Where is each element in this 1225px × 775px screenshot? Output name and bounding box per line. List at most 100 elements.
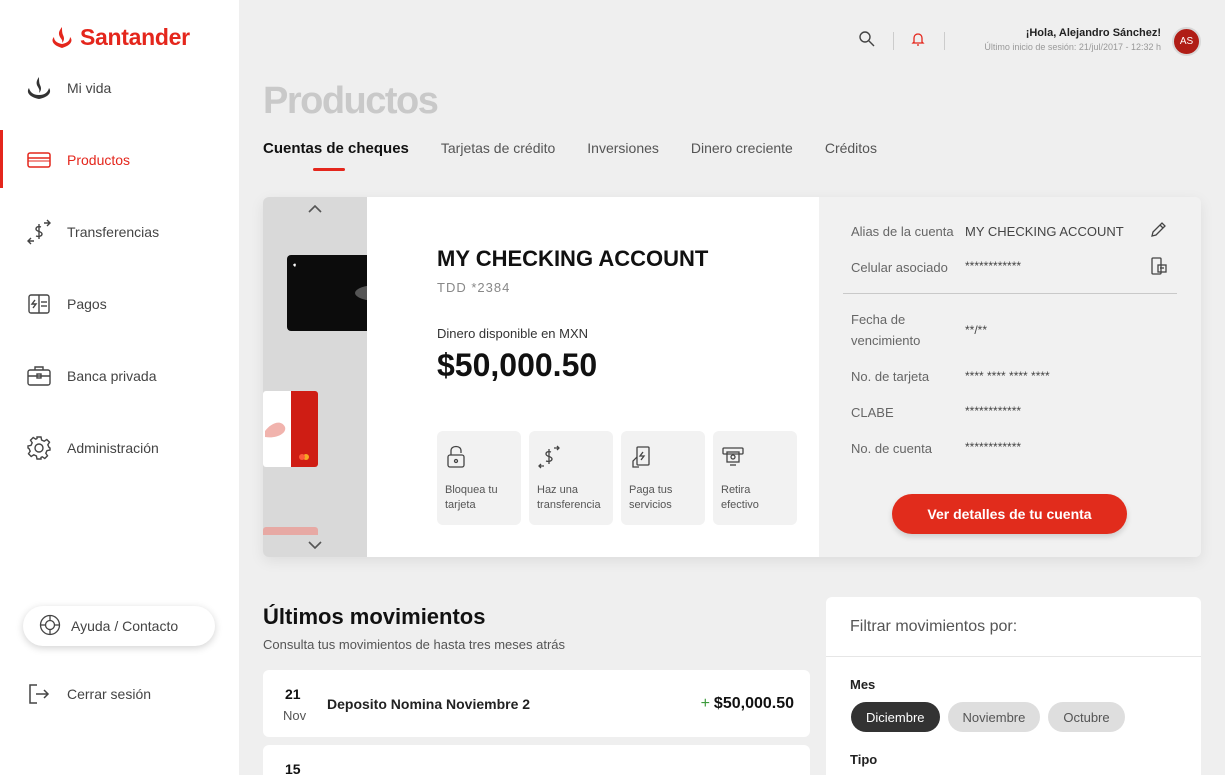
expiry-value: **/** bbox=[965, 323, 988, 337]
sidebar-item-banca-privada[interactable]: Banca privada bbox=[0, 356, 239, 396]
sidebar-item-productos[interactable]: Productos bbox=[0, 130, 239, 188]
movement-row[interactable]: 15 bbox=[263, 745, 810, 775]
phone-value: ************ bbox=[965, 259, 1022, 273]
edit-pencil-icon[interactable] bbox=[1149, 221, 1167, 244]
account-summary: MY CHECKING ACCOUNT TDD *2384 Dinero dis… bbox=[367, 197, 819, 557]
card-number-label: No. de tarjeta bbox=[851, 369, 930, 384]
balance-amount: $50,000.50 bbox=[437, 347, 598, 383]
sidebar-item-administracion[interactable]: Administración bbox=[0, 428, 239, 468]
tab-creditos[interactable]: Créditos bbox=[825, 140, 877, 167]
filter-divider bbox=[826, 656, 1201, 657]
sidebar-item-transferencias[interactable]: Transferencias bbox=[0, 212, 239, 252]
sidebar-item-label: Pagos bbox=[67, 296, 107, 312]
movement-amount: + $50,000.50 bbox=[701, 695, 794, 713]
avatar[interactable]: AS bbox=[1172, 27, 1201, 56]
logout-icon bbox=[25, 680, 53, 708]
logout-button[interactable]: Cerrar sesión bbox=[0, 674, 239, 714]
card-flame-icon bbox=[265, 422, 309, 460]
last-login-text: Último inicio de sesión: 21/jul/2017 - 1… bbox=[984, 42, 1161, 52]
sidebar: Santander Mi vida Productos Transferenci… bbox=[0, 0, 239, 775]
details-divider bbox=[843, 293, 1177, 294]
user-greeting: ¡Hola, Alejandro Sánchez! Último inicio … bbox=[984, 27, 1161, 52]
help-contact-button[interactable]: Ayuda / Contacto bbox=[23, 606, 215, 646]
account-number-value: ************ bbox=[965, 440, 1022, 454]
tab-cuentas-de-cheques[interactable]: Cuentas de cheques bbox=[263, 140, 409, 171]
tab-tarjetas-de-credito[interactable]: Tarjetas de crédito bbox=[441, 140, 555, 167]
chevron-down-icon[interactable] bbox=[303, 535, 327, 555]
product-tabs: Cuentas de cheques Tarjetas de crédito I… bbox=[263, 140, 909, 171]
header-divider bbox=[944, 32, 945, 50]
tab-dinero-creciente[interactable]: Dinero creciente bbox=[691, 140, 793, 167]
sidebar-item-mi-vida[interactable]: Mi vida bbox=[0, 68, 239, 108]
chip-diciembre[interactable]: Diciembre bbox=[851, 702, 940, 732]
lifebuoy-icon bbox=[39, 614, 61, 639]
pay-service-icon bbox=[629, 445, 653, 469]
account-name: MY CHECKING ACCOUNT bbox=[437, 246, 709, 271]
movements-filter: Filtrar movimientos por: Mes Diciembre N… bbox=[826, 597, 1201, 775]
tab-inversiones[interactable]: Inversiones bbox=[587, 140, 659, 167]
movement-description: Deposito Nomina Noviembre 2 bbox=[327, 696, 531, 712]
expiry-label-line-2: vencimiento bbox=[851, 333, 921, 348]
card-carousel bbox=[263, 197, 367, 557]
phone-settings-icon[interactable] bbox=[1150, 257, 1168, 280]
withdraw-cash-button[interactable]: Retira efectivo bbox=[713, 431, 797, 525]
filter-title: Filtrar movimientos por: bbox=[850, 618, 1018, 635]
action-label: Bloquea tu tarjeta bbox=[445, 484, 498, 511]
balance-label: Dinero disponible en MXN bbox=[437, 326, 589, 341]
sidebar-item-label: Banca privada bbox=[67, 368, 157, 384]
account-panel: MY CHECKING ACCOUNT TDD *2384 Dinero dis… bbox=[263, 197, 1201, 557]
cash-withdraw-icon bbox=[721, 445, 745, 469]
sidebar-item-label: Administración bbox=[67, 440, 159, 456]
clabe-value: ************ bbox=[965, 404, 1022, 418]
movements-subtitle: Consulta tus movimientos de hasta tres m… bbox=[263, 637, 566, 652]
month-filter-label: Mes bbox=[850, 677, 876, 692]
flame-logo-icon bbox=[25, 74, 53, 102]
briefcase-icon bbox=[25, 362, 53, 390]
chip-noviembre[interactable]: Noviembre bbox=[947, 702, 1041, 732]
expiry-label-line-1: Fecha de bbox=[851, 312, 906, 327]
alias-label: Alias de la cuenta bbox=[851, 224, 954, 239]
block-card-button[interactable]: Bloquea tu tarjeta bbox=[437, 431, 521, 525]
greeting-text: ¡Hola, Alejandro Sánchez! bbox=[1025, 27, 1161, 39]
payments-icon bbox=[25, 290, 53, 318]
gear-icon bbox=[25, 434, 53, 462]
transfer-icon bbox=[537, 445, 561, 469]
quick-actions: Bloquea tu tarjeta Haz una transferencia… bbox=[437, 431, 797, 525]
transfer-icon bbox=[25, 218, 53, 246]
sidebar-item-label: Transferencias bbox=[67, 224, 160, 240]
page-title: Productos bbox=[263, 80, 439, 122]
credit-card-thumbnail[interactable] bbox=[263, 391, 318, 467]
amount-value: $50,000.50 bbox=[713, 695, 794, 712]
sidebar-item-label: Mi vida bbox=[67, 80, 112, 96]
notification-bell-icon[interactable] bbox=[910, 31, 928, 49]
account-number: TDD *2384 bbox=[437, 280, 511, 295]
account-number-label: No. de cuenta bbox=[851, 441, 932, 456]
chip-octubre[interactable]: Octubre bbox=[1048, 702, 1125, 732]
lock-icon bbox=[445, 445, 469, 469]
sidebar-item-pagos[interactable]: Pagos bbox=[0, 284, 239, 324]
alias-value: MY CHECKING ACCOUNT bbox=[965, 224, 1124, 239]
movement-row[interactable]: 21 Nov Deposito Nomina Noviembre 2 + $50,… bbox=[263, 670, 810, 737]
sidebar-item-label: Productos bbox=[67, 152, 131, 168]
help-label: Ayuda / Contacto bbox=[71, 618, 179, 634]
action-label: Haz una transferencia bbox=[537, 484, 601, 511]
pay-services-button[interactable]: Paga tus servicios bbox=[621, 431, 705, 525]
santander-logo[interactable]: Santander bbox=[50, 24, 190, 51]
search-icon[interactable] bbox=[858, 30, 878, 50]
chevron-up-icon[interactable] bbox=[303, 199, 327, 219]
type-filter-label: Tipo bbox=[850, 752, 878, 767]
flame-icon bbox=[52, 26, 72, 48]
movement-month: Nov bbox=[283, 708, 307, 723]
movement-day: 21 bbox=[285, 686, 301, 702]
brand-name: Santander bbox=[80, 24, 190, 50]
card-thumbnail-partial bbox=[263, 527, 318, 535]
card-icon bbox=[25, 146, 53, 174]
header-divider bbox=[893, 32, 894, 50]
phone-label: Celular asociado bbox=[851, 260, 948, 275]
logout-label: Cerrar sesión bbox=[67, 686, 152, 702]
credit-sign: + bbox=[700, 695, 710, 712]
action-label: Paga tus servicios bbox=[629, 484, 673, 511]
movements-title: Últimos movimientos bbox=[263, 604, 486, 629]
view-account-details-button[interactable]: Ver detalles de tu cuenta bbox=[892, 494, 1127, 534]
transfer-button[interactable]: Haz una transferencia bbox=[529, 431, 613, 525]
